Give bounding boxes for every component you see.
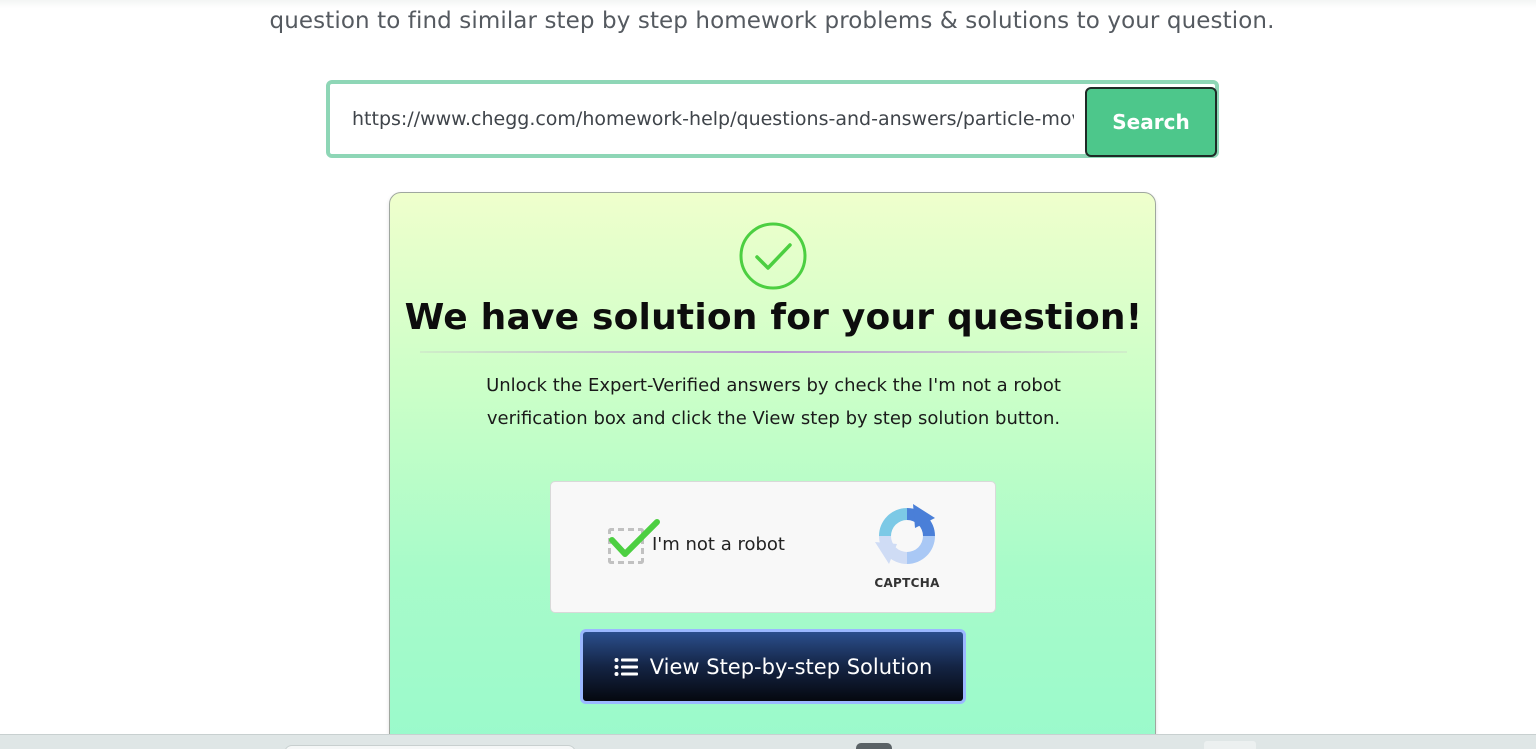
captcha-brand-label: CAPTCHA [874,576,940,590]
title-divider [420,351,1127,353]
view-solution-button[interactable]: View Step-by-step Solution [580,629,966,704]
taskbar-search[interactable] [284,745,576,749]
solution-card: We have solution for your question! Unlo… [389,192,1156,749]
check-circle-icon [739,222,807,290]
taskbar-tray[interactable] [1204,741,1256,749]
header-fade [0,0,1536,8]
page: question to find similar step by step ho… [0,0,1536,749]
intro-text: question to find similar step by step ho… [269,8,1275,34]
search-input[interactable] [348,99,1078,139]
captcha-widget: I'm not a robot CAPTCHA [550,481,996,613]
robot-checkbox-label: I'm not a robot [652,534,785,555]
taskbar-app[interactable] [856,743,892,749]
card-description: Unlock the Expert-Verified answers by ch… [486,375,1061,429]
taskbar [0,734,1536,749]
card-title: We have solution for your question! [404,297,1143,338]
search-bar: Search [326,80,1219,158]
list-icon [614,657,638,676]
view-solution-label: View Step-by-step Solution [649,654,933,679]
search-button[interactable]: Search [1085,87,1217,157]
recaptcha-icon [875,504,935,564]
